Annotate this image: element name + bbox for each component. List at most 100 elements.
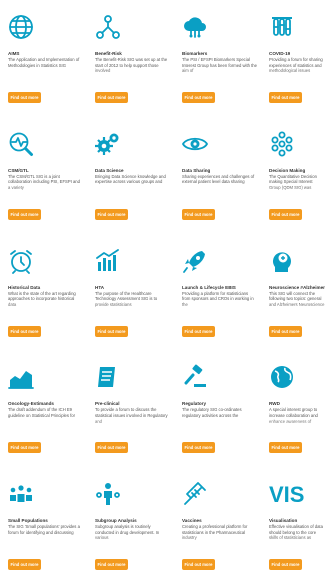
sig-card-hta: HTA The purpose of the Healthcare Techno… bbox=[87, 234, 174, 351]
card-description: The CSM/GTL SIG is a joint collaboration… bbox=[8, 173, 80, 190]
test-tubes-icon bbox=[269, 14, 295, 40]
sig-card-neuroscience-alzheimer: Neuroscience #Alzheimer This SIG will co… bbox=[261, 234, 329, 351]
card-title: Launch & Lifecycle EBIS bbox=[182, 284, 236, 290]
card-description: What is the state of the art regarding a… bbox=[8, 290, 76, 307]
sig-card-csm-gtl: CSM/GTL The CSM/GTL SIG is a joint colla… bbox=[0, 117, 87, 234]
find-out-more-button[interactable]: Find out more bbox=[8, 92, 41, 103]
card-title: AIMS bbox=[8, 51, 20, 56]
find-out-more-button[interactable]: Find out more bbox=[182, 442, 215, 454]
hexagon-cluster-icon bbox=[269, 131, 295, 157]
rocket-icon bbox=[182, 248, 208, 274]
cloud-network-icon bbox=[182, 14, 208, 40]
card-title: Oncology-Estimands bbox=[8, 401, 54, 407]
head-brain-icon bbox=[269, 248, 295, 274]
card-description: Bringing Data Science knowledge and expe… bbox=[95, 173, 166, 185]
area-chart-icon bbox=[8, 364, 34, 390]
sig-card-rwd: RWD A special interest group to increase… bbox=[261, 350, 329, 467]
sig-card-data-science: Data Science Bringing Data Science knowl… bbox=[87, 117, 174, 234]
card-title: Regulatory bbox=[182, 401, 206, 407]
card-title: Data Science bbox=[95, 167, 124, 173]
card-title: Neuroscience #Alzheimer bbox=[269, 284, 325, 290]
sig-card-covid-19: COVID-19 Providing a forum for sharing e… bbox=[261, 0, 329, 117]
sig-card-launch-lifecycle-ebis: Launch & Lifecycle EBIS Providing a plat… bbox=[174, 234, 261, 351]
book-icon bbox=[95, 364, 121, 390]
eye-icon bbox=[182, 131, 208, 157]
alarm-clock-icon bbox=[8, 248, 34, 274]
sig-card-subgroup-analysis: Subgroup Analysis Subgroup analysis is r… bbox=[87, 467, 174, 584]
card-title: Vaccines bbox=[182, 518, 202, 524]
find-out-more-button[interactable]: Find out more bbox=[8, 442, 41, 454]
card-description: Providing a platform for statisticians f… bbox=[182, 290, 254, 307]
sig-card-data-sharing: Data Sharing Sharing experiences and cha… bbox=[174, 117, 261, 234]
vis-logo-icon: VIS bbox=[269, 481, 304, 507]
card-description: The draft addendum of the ICH E9 guideli… bbox=[8, 407, 76, 418]
find-out-more-button[interactable]: Find out more bbox=[182, 92, 215, 103]
find-out-more-button[interactable]: Find out more bbox=[95, 559, 128, 571]
sig-card-biomarkers: Biomarkers The PSI / EFSPI Biomarkers Sp… bbox=[174, 0, 261, 117]
card-description: Creating a professional platform for sta… bbox=[182, 524, 248, 541]
find-out-more-button[interactable]: Find out more bbox=[95, 92, 128, 103]
card-description: The PSI / EFSPI Biomarkers Special Inter… bbox=[182, 57, 257, 74]
card-title: Benefit-Risk bbox=[95, 51, 122, 56]
find-out-more-button[interactable]: Find out more bbox=[269, 92, 302, 103]
card-description: A special interest group to increase col… bbox=[269, 407, 318, 424]
find-out-more-button[interactable]: Find out more bbox=[95, 208, 128, 220]
card-description: The SIG 'Small populations' provides a f… bbox=[8, 524, 80, 535]
sig-card-vaccines: Vaccines Creating a professional platfor… bbox=[174, 467, 261, 584]
find-out-more-button[interactable]: Find out more bbox=[269, 442, 302, 454]
find-out-more-button[interactable]: Find out more bbox=[8, 208, 41, 220]
sig-card-decision-making: Decision Making The Quantitative Decisio… bbox=[261, 117, 329, 234]
card-title: Decision Making bbox=[269, 167, 306, 173]
sig-card-pre-clinical: Pre-clinical To provide a forum to discu… bbox=[87, 350, 174, 467]
find-out-more-button[interactable]: Find out more bbox=[269, 559, 302, 571]
card-description: The Application and Implementation of Me… bbox=[8, 57, 80, 68]
sig-card-benefit-risk: Benefit-Risk The Benefit-Risk SIG was se… bbox=[87, 0, 174, 117]
gavel-icon bbox=[182, 364, 208, 390]
card-title: Data Sharing bbox=[182, 167, 211, 173]
bar-trend-icon bbox=[95, 248, 121, 274]
card-title: Visualisation bbox=[269, 518, 298, 524]
find-out-more-button[interactable]: Find out more bbox=[269, 325, 302, 337]
sig-card-oncology-estimands: Oncology-Estimands The draft addendum of… bbox=[0, 350, 87, 467]
card-description: To provide a forum to discuss the statis… bbox=[95, 407, 168, 424]
card-title: Pre-clinical bbox=[95, 401, 120, 407]
card-description: This SIG will connect the following two … bbox=[269, 290, 325, 307]
card-description: Subgroup analysis is routinely conducted… bbox=[95, 524, 160, 541]
card-description: Providing a forum for sharing experience… bbox=[269, 57, 323, 74]
find-out-more-button[interactable]: Find out more bbox=[8, 325, 41, 337]
sig-card-grid: AIMS The Application and Implementation … bbox=[0, 0, 329, 584]
find-out-more-button[interactable]: Find out more bbox=[8, 559, 41, 571]
sig-card-visualisation: VIS Visualisation Effective visualisatio… bbox=[261, 467, 329, 584]
globe-icon bbox=[8, 14, 34, 40]
find-out-more-button[interactable]: Find out more bbox=[269, 208, 302, 220]
person-subgroup-icon bbox=[95, 481, 121, 507]
people-group-icon bbox=[8, 481, 34, 507]
sig-card-historical-data: Historical Data What is the state of the… bbox=[0, 234, 87, 351]
card-description: Effective visualisation of data should b… bbox=[269, 524, 323, 541]
find-out-more-button[interactable]: Find out more bbox=[182, 559, 215, 571]
gears-icon bbox=[95, 131, 121, 157]
card-description: The Benefit-Risk SIG was set up at the s… bbox=[95, 57, 168, 74]
find-out-more-button[interactable]: Find out more bbox=[95, 442, 128, 454]
vis-logo-text: VIS bbox=[269, 482, 304, 507]
sig-card-aims: AIMS The Application and Implementation … bbox=[0, 0, 87, 117]
find-out-more-button[interactable]: Find out more bbox=[182, 325, 215, 337]
card-title: Small Populations bbox=[8, 518, 48, 524]
card-description: The regulatory SIG co-ordinates regulato… bbox=[182, 407, 242, 418]
card-description: Sharing experiences and challenges of ex… bbox=[182, 173, 255, 185]
card-title: RWD bbox=[269, 401, 280, 407]
find-out-more-button[interactable]: Find out more bbox=[182, 208, 215, 220]
card-title: COVID-19 bbox=[269, 51, 291, 56]
sig-card-regulatory: Regulatory The regulatory SIG co-ordinat… bbox=[174, 350, 261, 467]
world-globe-icon bbox=[269, 364, 295, 390]
card-description: The purpose of the Healthcare Technology… bbox=[95, 290, 158, 307]
heart-rate-search-icon bbox=[8, 131, 34, 157]
sig-card-small-populations: Small Populations The SIG 'Small populat… bbox=[0, 467, 87, 584]
find-out-more-button[interactable]: Find out more bbox=[95, 325, 128, 337]
card-title: Historical Data bbox=[8, 284, 41, 290]
syringe-icon bbox=[182, 481, 208, 507]
card-title: CSM/GTL bbox=[8, 167, 29, 173]
card-title: Subgroup Analysis bbox=[95, 518, 137, 524]
card-description: The Quantitative Decision making Special… bbox=[269, 173, 317, 190]
network-nodes-icon bbox=[95, 14, 121, 40]
